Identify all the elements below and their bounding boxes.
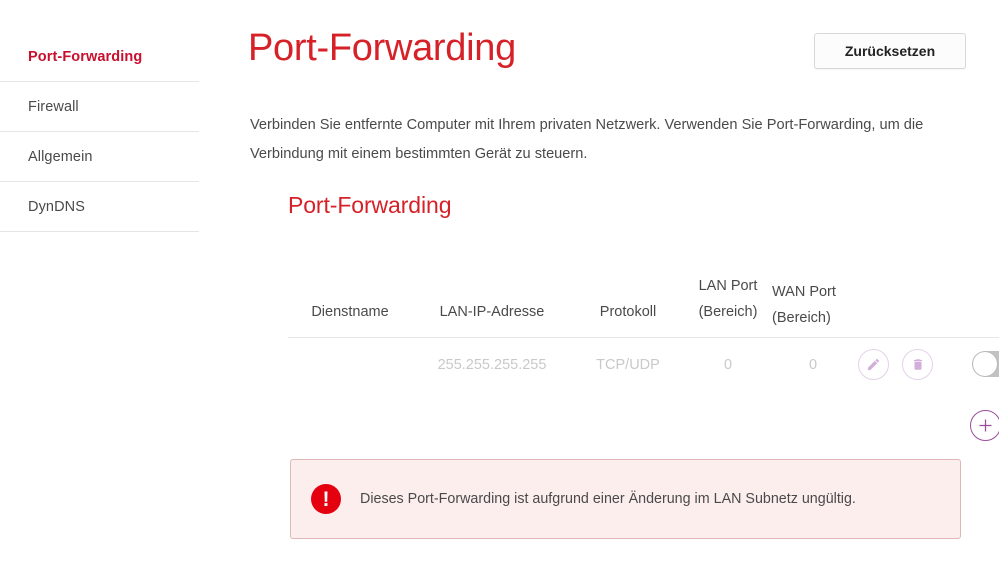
delete-button[interactable] [902,349,933,380]
settings-sidebar: Port-Forwarding Firewall Allgemein DynDN… [0,32,199,232]
toggle-knob [973,352,997,376]
page-title: Port-Forwarding [248,27,516,69]
page-description: Verbinden Sie entfernte Computer mit Ihr… [250,116,924,162]
sidebar-item-dyndns[interactable]: DynDNS [0,182,199,232]
main-content: Port-Forwarding Zurücksetzen Verbinden S… [248,0,999,571]
sidebar-item-port-forwarding[interactable]: Port-Forwarding [0,32,199,82]
column-header-wan-port: WAN Port (Bereich) [772,284,836,326]
error-exclamation-icon: ! [311,484,341,514]
table-row: 255.255.255.255 TCP/UDP 0 0 [288,338,999,394]
sidebar-item-allgemein[interactable]: Allgemein [0,132,199,182]
column-header-protokoll: Protokoll [599,304,657,320]
cell-lan-ip-adresse: 255.255.255.255 [437,357,547,373]
column-header-lan-port: LAN Port (Bereich) [698,278,758,320]
sidebar-item-label: Firewall [28,98,79,115]
table-header-row: Dienstname LAN-IP-Adresse Protokoll LAN … [288,243,999,338]
cell-lan-port: 0 [723,357,733,373]
port-forwarding-table: Dienstname LAN-IP-Adresse Protokoll LAN … [288,243,999,441]
column-header-lan-ip-adresse: LAN-IP-Adresse [439,304,545,320]
column-header-dienstname: Dienstname [311,304,389,320]
reset-button[interactable]: Zurücksetzen [814,33,966,69]
sidebar-item-label: DynDNS [28,198,85,215]
cell-protokoll: TCP/UDP [596,357,660,373]
trash-icon [913,359,922,370]
sidebar-item-label: Allgemein [28,148,93,165]
edit-button[interactable] [858,349,889,380]
error-alert: ! Dieses Port-Forwarding ist aufgrund ei… [290,459,961,539]
sidebar-item-label: Port-Forwarding [28,48,143,65]
port-forwarding-page: Port-Forwarding Firewall Allgemein DynDN… [0,0,999,571]
error-icon-symbol: ! [322,487,330,511]
sidebar-item-firewall[interactable]: Firewall [0,82,199,132]
pencil-icon [867,358,880,371]
enable-toggle[interactable] [972,351,999,377]
section-title: Port-Forwarding [288,192,452,218]
add-rule-button[interactable] [970,410,999,441]
error-alert-message: Dieses Port-Forwarding ist aufgrund eine… [360,490,856,507]
cell-wan-port: 0 [808,357,818,373]
plus-icon [979,419,992,432]
